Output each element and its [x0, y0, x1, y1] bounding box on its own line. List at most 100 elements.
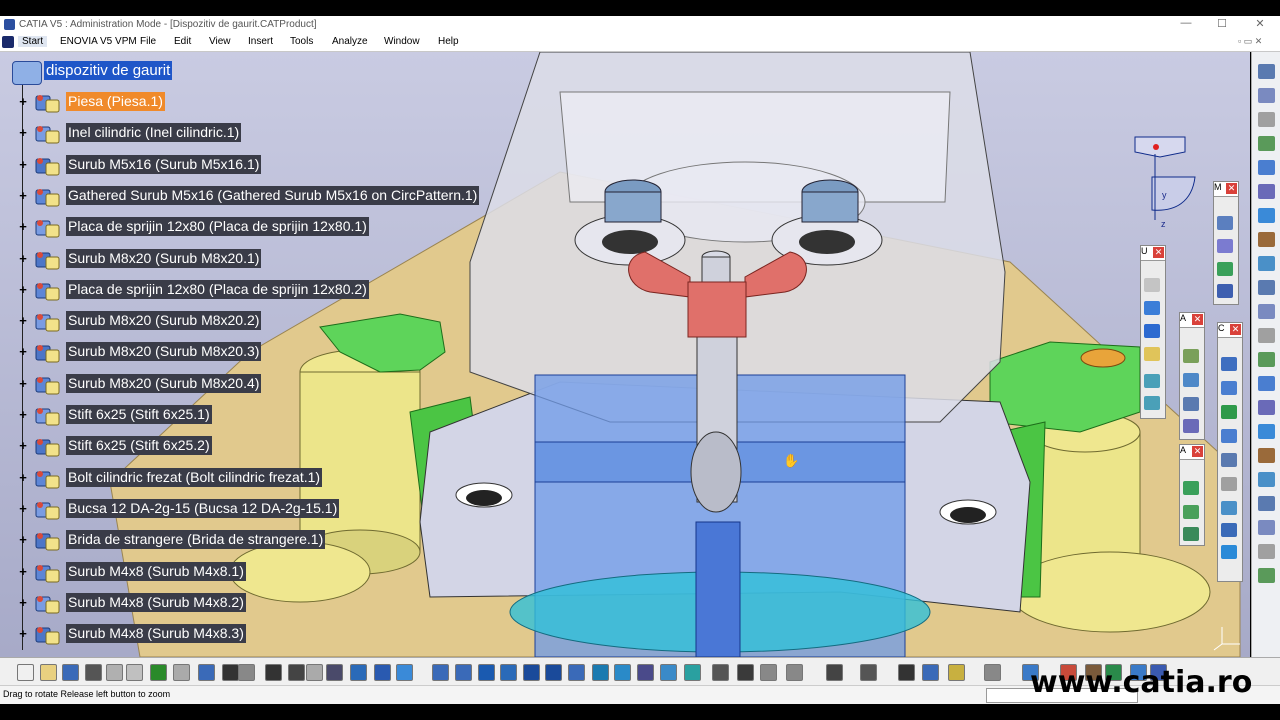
bottom-toolbar-button[interactable]: [374, 664, 391, 681]
bottom-toolbar-button[interactable]: [455, 664, 472, 681]
point-icon[interactable]: [1144, 278, 1160, 292]
tree-root[interactable]: dispozitiv de gaurit: [0, 58, 400, 85]
tree-item-label[interactable]: Surub M8x20 (Surub M8x20.2): [66, 311, 262, 331]
toolbar-4-close-icon[interactable]: ✕: [1230, 324, 1241, 335]
bottom-toolbar-button[interactable]: [40, 664, 57, 681]
tree-item-label[interactable]: Bucsa 12 DA-2g-15 (Bucsa 12 DA-2g-15.1): [66, 498, 340, 518]
menu-help[interactable]: Help: [438, 36, 459, 47]
tree-expander-icon[interactable]: +: [17, 158, 29, 171]
snap-icon[interactable]: [1144, 374, 1160, 388]
toolbar-2-close-icon[interactable]: ✕: [1153, 247, 1164, 258]
coincidence-icon[interactable]: [1221, 357, 1237, 371]
bottom-toolbar-button[interactable]: [898, 664, 915, 681]
bottom-toolbar-button[interactable]: [568, 664, 585, 681]
tree-expander-icon[interactable]: +: [17, 283, 29, 296]
tree-expander-icon[interactable]: +: [17, 189, 29, 202]
right-toolbar-button[interactable]: [1258, 304, 1275, 319]
menu-file[interactable]: File: [140, 36, 156, 47]
menu-tools[interactable]: Tools: [290, 36, 313, 47]
angle-icon[interactable]: [1221, 429, 1237, 443]
tree-item[interactable]: + Surub M4x8 (Surub M4x8.2): [0, 590, 560, 616]
tree-item-label[interactable]: Surub M8x20 (Surub M8x20.1): [66, 248, 262, 268]
bottom-toolbar-button[interactable]: [85, 664, 102, 681]
floating-toolbar-2[interactable]: U ✕: [1140, 245, 1166, 419]
bottom-toolbar-button[interactable]: [432, 664, 449, 681]
flexible-icon[interactable]: [1221, 523, 1237, 537]
tree-item-label[interactable]: Stift 6x25 (Stift 6x25.1): [66, 405, 212, 424]
existing-component-icon[interactable]: [1183, 419, 1199, 433]
menu-analyze[interactable]: Analyze: [332, 36, 368, 47]
contact-icon[interactable]: [1221, 381, 1237, 395]
fix-icon[interactable]: [1221, 453, 1237, 467]
menu-view[interactable]: View: [209, 36, 231, 47]
tree-root-label[interactable]: dispozitiv de gaurit: [44, 61, 173, 80]
toolbar-5-close-icon[interactable]: ✕: [1192, 446, 1203, 457]
right-toolbar-button[interactable]: [1258, 280, 1275, 295]
tree-item-label[interactable]: Brida de strangere (Brida de strangere.1…: [66, 530, 326, 550]
right-toolbar-button[interactable]: [1258, 88, 1275, 103]
toolbar-3-close-icon[interactable]: ✕: [1192, 314, 1203, 325]
tree-item[interactable]: + Gathered Surub M5x16 (Gathered Surub M5…: [0, 183, 560, 209]
bottom-toolbar-button[interactable]: [614, 664, 631, 681]
menu-enovia[interactable]: ENOVIA V5 VPM: [60, 36, 137, 47]
bottom-toolbar-button[interactable]: [500, 664, 517, 681]
tree-expander-icon[interactable]: +: [17, 314, 29, 327]
offset-icon[interactable]: [1221, 405, 1237, 419]
tree-item[interactable]: + Surub M8x20 (Surub M8x20.3): [0, 339, 560, 365]
bottom-toolbar-button[interactable]: [760, 664, 777, 681]
tree-item[interactable]: + Surub M8x20 (Surub M8x20.4): [0, 371, 560, 397]
bottom-toolbar-button[interactable]: [737, 664, 754, 681]
bottom-toolbar-button[interactable]: [826, 664, 843, 681]
bottom-toolbar-button[interactable]: [523, 664, 540, 681]
floating-toolbar-1[interactable]: M ✕: [1213, 181, 1239, 305]
maximize-button[interactable]: ☐: [1212, 17, 1232, 30]
minimize-button[interactable]: —: [1176, 17, 1196, 29]
tree-expander-icon[interactable]: +: [17, 408, 29, 421]
tree-item[interactable]: + Surub M4x8 (Surub M4x8.1): [0, 559, 560, 585]
bottom-toolbar-button[interactable]: [684, 664, 701, 681]
tree-expander-icon[interactable]: +: [17, 471, 29, 484]
right-toolbar-button[interactable]: [1258, 496, 1275, 511]
right-toolbar-button[interactable]: [1258, 376, 1275, 391]
tree-expander-icon[interactable]: +: [17, 345, 29, 358]
right-toolbar-button[interactable]: [1258, 208, 1275, 223]
bottom-toolbar-button[interactable]: [288, 664, 305, 681]
right-toolbar-button[interactable]: [1258, 472, 1275, 487]
floating-toolbar-3[interactable]: A ✕: [1179, 312, 1205, 440]
tree-expander-icon[interactable]: +: [17, 439, 29, 452]
reuse-pattern-icon[interactable]: [1183, 505, 1199, 519]
bottom-toolbar-button[interactable]: [222, 664, 239, 681]
update-icon[interactable]: [1183, 481, 1199, 495]
bottom-toolbar-button[interactable]: [126, 664, 143, 681]
multi-instantiation-icon[interactable]: [1183, 527, 1199, 541]
tree-item-label[interactable]: Surub M4x8 (Surub M4x8.2): [66, 592, 246, 612]
curve-icon[interactable]: [1144, 301, 1160, 315]
menu-start[interactable]: Start: [18, 36, 48, 47]
doc-window-controls[interactable]: ▫ ▭ ✕: [1238, 36, 1262, 47]
tree-expander-icon[interactable]: +: [17, 126, 29, 139]
tree-item-label[interactable]: Surub M8x20 (Surub M8x20.4): [66, 373, 262, 393]
quick-constraint-icon[interactable]: [1221, 501, 1237, 515]
tree-item[interactable]: + Surub M4x8 (Surub M4x8.3): [0, 621, 560, 647]
tree-expander-icon[interactable]: +: [17, 596, 29, 609]
bottom-toolbar-button[interactable]: [17, 664, 34, 681]
bottom-toolbar-button[interactable]: [712, 664, 729, 681]
tree-expander-icon[interactable]: +: [17, 220, 29, 233]
bottom-toolbar-button[interactable]: [62, 664, 79, 681]
bottom-toolbar-button[interactable]: [545, 664, 562, 681]
tree-item-label[interactable]: Bolt cilindric frezat (Bolt cilindric fr…: [66, 467, 323, 487]
tree-item[interactable]: + Piesa (Piesa.1): [0, 89, 560, 115]
tree-item-label[interactable]: Surub M5x16 (Surub M5x16.1): [66, 154, 262, 174]
tree-item[interactable]: + Stift 6x25 (Stift 6x25.1): [0, 402, 560, 428]
right-toolbar-button[interactable]: [1258, 448, 1275, 463]
new-product-icon[interactable]: [1183, 373, 1199, 387]
bottom-toolbar-button[interactable]: [350, 664, 367, 681]
tree-item[interactable]: + Placa de sprijin 12x80 (Placa de spriji…: [0, 214, 560, 240]
menu-insert[interactable]: Insert: [248, 36, 273, 47]
tree-item[interactable]: + Surub M8x20 (Surub M8x20.1): [0, 246, 560, 272]
tree-expander-icon[interactable]: +: [17, 502, 29, 515]
tree-item-label[interactable]: Stift 6x25 (Stift 6x25.2): [66, 436, 212, 456]
right-toolbar-button[interactable]: [1258, 568, 1275, 583]
bottom-toolbar-button[interactable]: [637, 664, 654, 681]
bottom-toolbar-button[interactable]: [786, 664, 803, 681]
